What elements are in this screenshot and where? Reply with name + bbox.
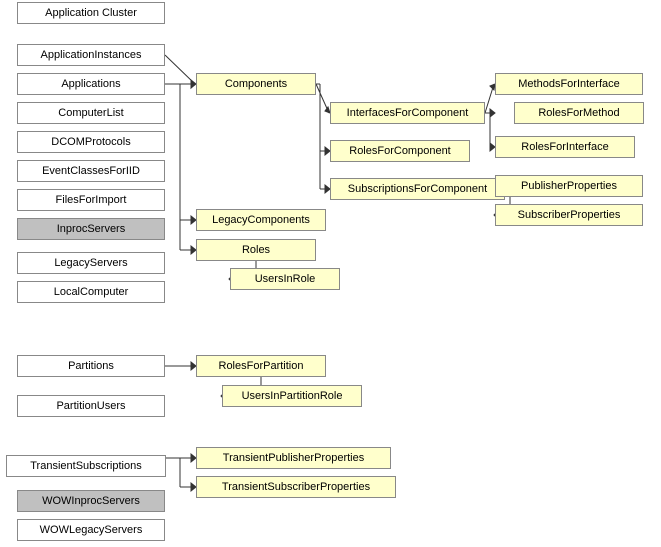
node-dcom-protocols: DCOMProtocols — [17, 131, 165, 153]
node-wow-inproc-servers: WOWInprocServers — [17, 490, 165, 512]
node-inproc-servers: InprocServers — [17, 218, 165, 240]
node-transient-subscriber-props: TransientSubscriberProperties — [196, 476, 396, 498]
node-users-in-role: UsersInRole — [230, 268, 340, 290]
node-interfaces-for-component: InterfacesForComponent — [330, 102, 485, 124]
node-roles: Roles — [196, 239, 316, 261]
node-subscriptions-for-component: SubscriptionsForComponent — [330, 178, 505, 200]
node-transient-publisher-props: TransientPublisherProperties — [196, 447, 391, 469]
node-wow-legacy-servers: WOWLegacyServers — [17, 519, 165, 541]
node-components: Components — [196, 73, 316, 95]
node-roles-for-method: RolesForMethod — [514, 102, 644, 124]
node-users-in-partition-role: UsersInPartitionRole — [222, 385, 362, 407]
node-transient-subscriptions: TransientSubscriptions — [6, 455, 166, 477]
node-roles-for-partition: RolesForPartition — [196, 355, 326, 377]
node-partition-users: PartitionUsers — [17, 395, 165, 417]
node-local-computer: LocalComputer — [17, 281, 165, 303]
node-computer-list: ComputerList — [17, 102, 165, 124]
diagram: Application Cluster ApplicationInstances… — [0, 0, 661, 547]
node-application-instances: ApplicationInstances — [17, 44, 165, 66]
node-methods-for-interface: MethodsForInterface — [495, 73, 643, 95]
node-legacy-servers: LegacyServers — [17, 252, 165, 274]
node-subscriber-properties: SubscriberProperties — [495, 204, 643, 226]
node-publisher-properties: PublisherProperties — [495, 175, 643, 197]
node-application-cluster: Application Cluster — [17, 2, 165, 24]
node-files-for-import: FilesForImport — [17, 189, 165, 211]
node-legacy-components: LegacyComponents — [196, 209, 326, 231]
node-partitions: Partitions — [17, 355, 165, 377]
node-event-classes: EventClassesForIID — [17, 160, 165, 182]
node-roles-for-component: RolesForComponent — [330, 140, 470, 162]
node-roles-for-interface: RolesForInterface — [495, 136, 635, 158]
node-applications: Applications — [17, 73, 165, 95]
